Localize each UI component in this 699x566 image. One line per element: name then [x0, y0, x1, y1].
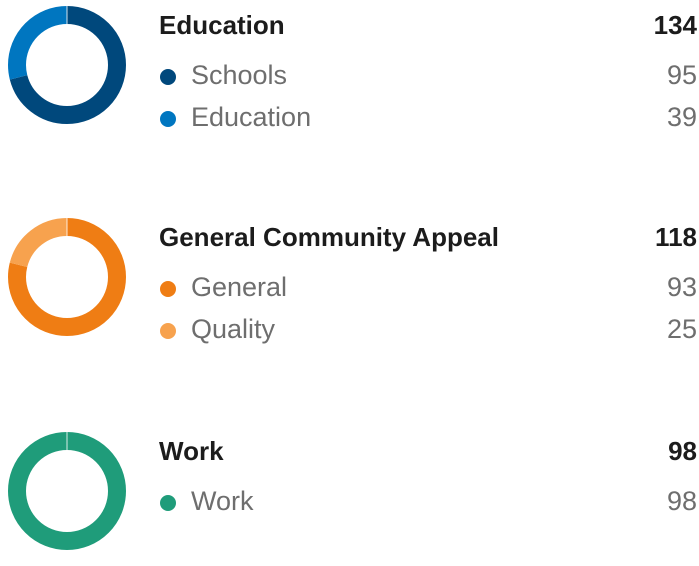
group-total: 118 [655, 222, 697, 252]
group-title: Work [159, 436, 224, 466]
group-title: General Community Appeal [159, 222, 499, 252]
legend-value: 95 [666, 60, 697, 90]
legend-dot-icon [160, 111, 176, 127]
legend-row: Education 39 [159, 102, 697, 136]
donut-chart [6, 430, 128, 552]
legend-label: Quality [191, 314, 276, 344]
group-total: 134 [653, 10, 697, 40]
donut-chart [6, 216, 128, 338]
donut-group: Education 134 Schools 95 Education 39 [0, 0, 699, 140]
donut-svg [8, 432, 126, 550]
legend-label: General [191, 272, 288, 302]
group-title: Education [159, 10, 285, 40]
legend-value: 39 [666, 102, 697, 132]
donut-group: Work 98 Work 98 [0, 426, 699, 566]
legend-row: Quality 25 [159, 314, 697, 348]
legend-label: Work [191, 486, 254, 516]
legend-row: General 93 [159, 272, 697, 306]
donut-slice-work [8, 432, 126, 550]
donut-svg [8, 218, 126, 336]
donut-svg [8, 6, 126, 124]
legend-dot-icon [160, 323, 176, 339]
legend-label: Schools [191, 60, 288, 90]
group-total: 98 [668, 436, 697, 466]
legend-dot-icon [160, 281, 176, 297]
legend-value: 98 [666, 486, 697, 516]
legend-row: Schools 95 [159, 60, 697, 94]
donut-chart [6, 4, 128, 126]
legend-value: 93 [666, 272, 697, 302]
legend-dot-icon [160, 495, 176, 511]
legend-label: Education [191, 102, 312, 132]
donut-group: General Community Appeal 118 General 93 Qual… [0, 212, 699, 352]
legend-value: 25 [666, 314, 697, 344]
legend-row: Work 98 [159, 486, 697, 520]
legend-dot-icon [160, 69, 176, 85]
